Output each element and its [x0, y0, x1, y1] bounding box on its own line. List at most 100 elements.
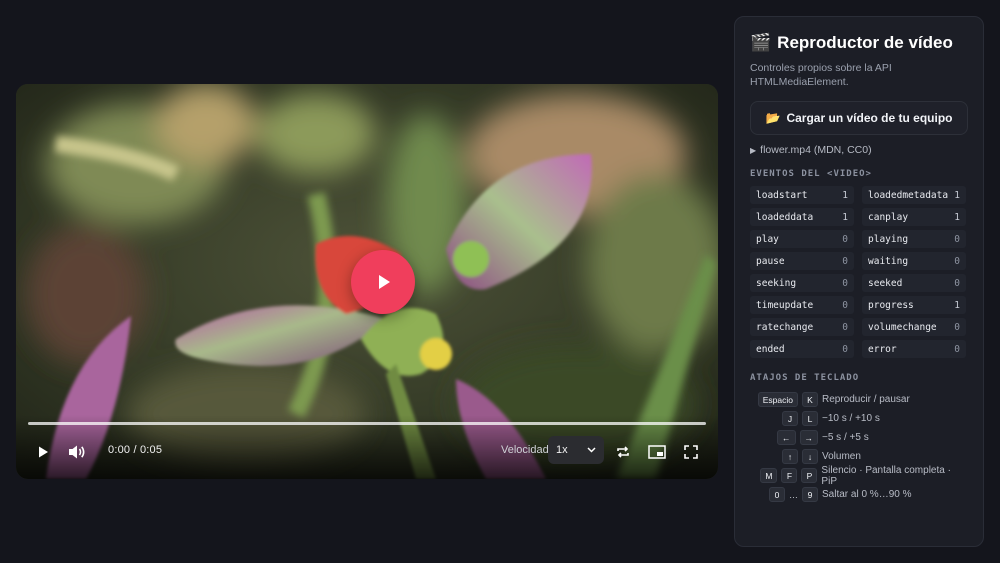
event-count: 0 [842, 233, 848, 245]
keycap: 0 [769, 487, 785, 502]
event-name: timeupdate [756, 299, 814, 311]
shortcuts-heading: ATAJOS DE TECLADO [750, 373, 860, 383]
shortcut-keys: ↑ ↓ [750, 449, 818, 464]
load-video-label: Cargar un vídeo de tu equipo [786, 111, 953, 125]
event-counter: seeked 0 [862, 274, 966, 292]
events-grid: loadstart 1 loadedmetadata 1 loadeddata 1 canp… [750, 186, 968, 358]
shortcut-row: 0 … 9 Saltar al 0 %…90 % [750, 485, 968, 504]
event-count: 0 [842, 299, 848, 311]
keycap: ← [777, 430, 796, 445]
event-count: 0 [954, 321, 960, 333]
event-counter: seeking 0 [750, 274, 854, 292]
event-counter: ended 0 [750, 340, 854, 358]
event-name: seeked [868, 277, 903, 289]
loop-button[interactable] [610, 439, 636, 465]
picture-in-picture-icon [648, 445, 666, 459]
event-name: ended [756, 343, 785, 355]
folder-icon: 📂 [765, 111, 781, 125]
event-count: 0 [842, 255, 848, 267]
event-count: 0 [842, 321, 848, 333]
speed-value: 1x [556, 444, 568, 456]
event-counter: loadedmetadata 1 [862, 186, 966, 204]
speed-select[interactable]: 1x [548, 436, 604, 464]
loop-icon [615, 444, 631, 460]
event-count: 0 [954, 343, 960, 355]
panel-subtitle: Controles propios sobre la API HTMLMedia… [750, 62, 892, 88]
event-name: play [756, 233, 779, 245]
volume-icon [68, 444, 86, 460]
event-counter: waiting 0 [862, 252, 966, 270]
event-counter: ratechange 0 [750, 318, 854, 336]
play-icon [373, 272, 393, 292]
events-heading: EVENTOS DEL <VIDEO> [750, 169, 872, 179]
big-play-button[interactable] [351, 250, 415, 314]
file-info[interactable]: ▶ flower.mp4 (MDN, CC0) [750, 144, 968, 157]
shortcut-keys: ← → [750, 430, 818, 445]
event-counter: loadstart 1 [750, 186, 854, 204]
clapperboard-icon: 🎬 [750, 33, 772, 52]
event-count: 0 [954, 233, 960, 245]
shortcut-description: Volumen [822, 451, 861, 462]
event-count: 0 [842, 277, 848, 289]
event-count: 1 [954, 211, 960, 223]
progress-bar[interactable] [28, 422, 706, 425]
keycap: ↓ [802, 449, 818, 464]
event-name: loadedmetadata [868, 189, 949, 201]
shortcut-row: M F P Silencio · Pantalla completa · PiP [750, 465, 968, 487]
keycap: J [782, 411, 798, 426]
side-panel: 🎬 Reproductor de vídeo Controles propios… [734, 16, 984, 547]
shortcut-keys: MFP [750, 468, 818, 483]
event-counter: error 0 [862, 340, 966, 358]
event-count: 1 [842, 211, 848, 223]
event-name: canplay [868, 211, 909, 223]
keycap: F [781, 468, 798, 483]
shortcut-row: ← → −5 s / +5 s [750, 428, 968, 447]
fullscreen-icon [684, 445, 698, 459]
event-counter: canplay 1 [862, 208, 966, 226]
event-name: ratechange [756, 321, 814, 333]
event-name: error [868, 343, 897, 355]
key-separator: … [789, 489, 798, 500]
keycap: ↑ [782, 449, 798, 464]
event-count: 0 [954, 277, 960, 289]
shortcut-row: Espacio K Reproducir / pausar [750, 390, 968, 409]
file-label: flower.mp4 (MDN, CC0) [760, 144, 872, 156]
shortcut-keys: JL [750, 411, 818, 426]
shortcut-row: ↑ ↓ Volumen [750, 447, 968, 466]
chevron-down-icon [587, 447, 596, 453]
event-count: 1 [954, 299, 960, 311]
play-icon [36, 445, 50, 459]
shortcut-description: −10 s / +10 s [822, 413, 880, 424]
play-button[interactable] [30, 439, 56, 465]
panel-title-text: Reproductor de vídeo [777, 33, 953, 52]
event-name: seeking [756, 277, 797, 289]
event-counter: volumechange 0 [862, 318, 966, 336]
event-counter: play 0 [750, 230, 854, 248]
control-bar: 0:00 / 0:05 Velocidad 1x [16, 415, 718, 479]
event-counter: timeupdate 0 [750, 296, 854, 314]
event-counter: pause 0 [750, 252, 854, 270]
pip-button[interactable] [644, 439, 670, 465]
keycap: L [802, 411, 818, 426]
speed-label: Velocidad [501, 444, 549, 456]
event-name: loadeddata [756, 211, 814, 223]
keycap: K [802, 392, 818, 407]
fullscreen-button[interactable] [678, 439, 704, 465]
time-display: 0:00 / 0:05 [108, 444, 163, 456]
keycap: → [799, 430, 818, 445]
video-player[interactable]: 0:00 / 0:05 Velocidad 1x [16, 84, 718, 479]
event-count: 1 [842, 189, 848, 201]
keycap: 9 [802, 487, 818, 502]
shortcut-description: Saltar al 0 %…90 % [822, 489, 912, 500]
event-counter: loadeddata 1 [750, 208, 854, 226]
keycap: P [801, 468, 818, 483]
shortcut-description: Reproducir / pausar [822, 394, 910, 405]
load-video-button[interactable]: 📂 Cargar un vídeo de tu equipo [750, 101, 968, 135]
panel-title: 🎬 Reproductor de vídeo [750, 33, 968, 53]
event-name: pause [756, 255, 785, 267]
volume-button[interactable] [64, 439, 90, 465]
event-count: 0 [842, 343, 848, 355]
shortcuts-list: Espacio K Reproducir / pausar J L −10 s / +10… [750, 390, 968, 504]
event-name: playing [868, 233, 909, 245]
event-name: loadstart [756, 189, 808, 201]
